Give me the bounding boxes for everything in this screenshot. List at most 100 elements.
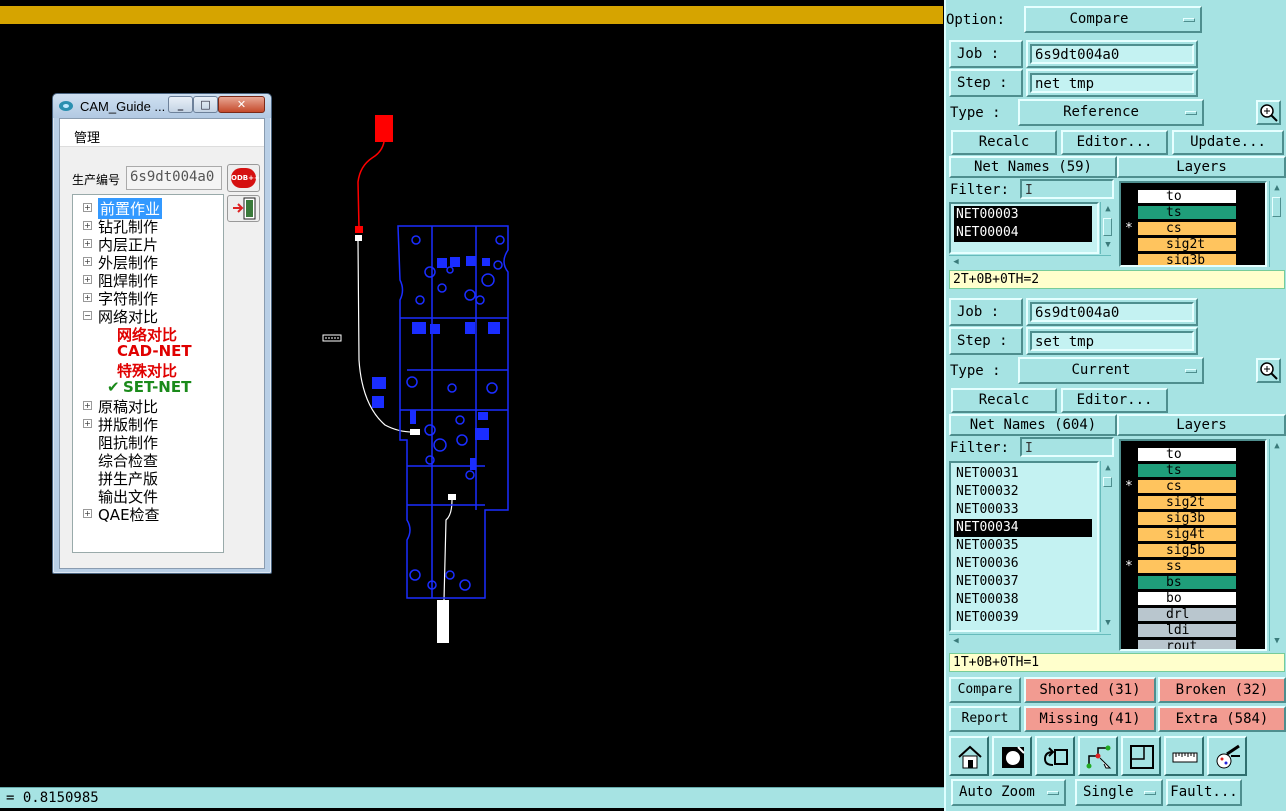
ref-net-names-header[interactable]: Net Names (59) <box>949 156 1117 178</box>
net-list-item[interactable]: NET00036 <box>954 555 1092 573</box>
tools-button[interactable] <box>1207 736 1247 776</box>
missing-button[interactable]: Missing (41) <box>1024 706 1156 732</box>
tree-expand-icon[interactable]: + <box>83 509 92 518</box>
cur-net-list[interactable]: NET00031 NET00032 NET00033 NET00034 NET00035… <box>949 461 1099 632</box>
layer-row[interactable]: sig2t <box>1121 237 1261 252</box>
scroll-thumb[interactable] <box>1103 477 1112 487</box>
tree-expand-icon[interactable]: + <box>83 257 92 266</box>
scroll-thumb[interactable] <box>1103 218 1112 236</box>
mode-dropdown[interactable]: Single <box>1075 779 1163 806</box>
net-list-item[interactable]: NET00003 <box>954 206 1092 224</box>
home-button[interactable] <box>949 736 989 776</box>
ref-zoom-button[interactable] <box>1256 100 1281 125</box>
layer-row[interactable]: ts <box>1121 463 1261 478</box>
scroll-down-icon[interactable]: ▼ <box>1271 635 1283 647</box>
layer-row[interactable]: * cs <box>1121 479 1261 494</box>
net-list-item[interactable]: NET00032 <box>954 483 1092 501</box>
ref-layer-list[interactable]: to ts * cs sig2t sig3b <box>1119 181 1267 267</box>
tree-expand-icon[interactable]: + <box>83 293 92 302</box>
cam-guide-titlebar[interactable]: CAM_Guide ... _ □ ✕ <box>53 94 271 118</box>
ref-net-list[interactable]: NET00003 NET00004 <box>949 202 1099 254</box>
layer-row[interactable]: bo <box>1121 591 1261 606</box>
layer-row[interactable]: to <box>1121 189 1261 204</box>
net-list-item[interactable]: NET00004 <box>954 224 1092 242</box>
tree-expand-icon[interactable]: + <box>83 401 92 410</box>
broken-button[interactable]: Broken (32) <box>1158 677 1286 703</box>
tree-expand-icon[interactable]: + <box>83 419 92 428</box>
ref-net-scrollbar[interactable]: ▲ ▼ <box>1100 202 1114 254</box>
cur-zoom-button[interactable] <box>1256 358 1281 383</box>
net-list-item[interactable]: NET00038 <box>954 591 1092 609</box>
net-list-item[interactable]: NET00037 <box>954 573 1092 591</box>
cur-filter-input[interactable]: I <box>1020 437 1114 457</box>
ref-net-hscrollbar[interactable]: ◀ <box>949 255 1111 269</box>
cur-net-scrollbar[interactable]: ▲ ▼ <box>1100 461 1114 632</box>
shorted-button[interactable]: Shorted (31) <box>1024 677 1156 703</box>
cur-editor-button[interactable]: Editor... <box>1061 388 1168 413</box>
cur-layer-list[interactable]: to ts * cs sig2t sig3b sig4t sig5b * ss bs bo drl ldi… <box>1119 439 1267 651</box>
layer-row[interactable]: sig5b <box>1121 543 1261 558</box>
cur-type-dropdown[interactable]: Current <box>1018 357 1204 384</box>
scroll-up-icon[interactable]: ▲ <box>1271 182 1283 194</box>
tree-expand-icon[interactable]: + <box>83 203 92 212</box>
scroll-up-icon[interactable]: ▲ <box>1271 440 1283 452</box>
cur-layer-scrollbar[interactable]: ▲ ▼ <box>1269 439 1283 651</box>
option-dropdown[interactable]: Compare <box>1024 6 1202 33</box>
ref-update-button[interactable]: Update... <box>1172 130 1284 155</box>
layer-row[interactable]: sig3b <box>1121 253 1261 265</box>
layer-row[interactable]: ts <box>1121 205 1261 220</box>
exit-button[interactable] <box>227 195 260 222</box>
cur-step-field[interactable]: set_tmp <box>1030 331 1194 351</box>
close-button[interactable]: ✕ <box>218 96 265 113</box>
layer-row[interactable]: sig2t <box>1121 495 1261 510</box>
layer-row[interactable]: * cs <box>1121 221 1261 236</box>
layer-row[interactable]: bs <box>1121 575 1261 590</box>
ref-recalc-button[interactable]: Recalc <box>951 130 1057 155</box>
maximize-button[interactable]: □ <box>193 96 218 113</box>
scroll-down-icon[interactable]: ▼ <box>1102 239 1114 251</box>
odb-import-button[interactable]: ODB++ <box>227 164 260 192</box>
net-list-item[interactable]: NET00034 <box>954 519 1092 537</box>
cur-layers-header[interactable]: Layers <box>1117 414 1286 436</box>
scroll-up-icon[interactable]: ▲ <box>1102 203 1114 215</box>
cur-job-field[interactable]: 6s9dt004a0 <box>1030 302 1194 322</box>
tree-expand-icon[interactable]: + <box>83 221 92 230</box>
ref-layer-scrollbar[interactable]: ▲ <box>1269 181 1283 267</box>
ref-filter-input[interactable]: I <box>1020 179 1114 199</box>
fault-button[interactable]: Fault... <box>1166 779 1242 806</box>
layer-row[interactable]: sig3b <box>1121 511 1261 526</box>
minimize-button[interactable]: _ <box>168 96 193 113</box>
ref-type-dropdown[interactable]: Reference <box>1018 99 1204 126</box>
cur-net-names-header[interactable]: Net Names (604) <box>949 414 1117 436</box>
net-list-item[interactable]: NET00039 <box>954 609 1092 627</box>
layer-row[interactable]: drl <box>1121 607 1261 622</box>
layer-row[interactable]: sig4t <box>1121 527 1261 542</box>
ref-editor-button[interactable]: Editor... <box>1061 130 1168 155</box>
layer-row[interactable]: * ss <box>1121 559 1261 574</box>
extra-button[interactable]: Extra (584) <box>1158 706 1286 732</box>
compare-button[interactable]: Compare <box>949 677 1021 703</box>
scroll-thumb[interactable] <box>1272 197 1281 217</box>
ref-layers-header[interactable]: Layers <box>1117 156 1286 178</box>
menu-manage[interactable]: 管理 <box>74 127 100 146</box>
scroll-left-icon[interactable]: ◀ <box>950 256 962 268</box>
scroll-up-icon[interactable]: ▲ <box>1102 462 1114 474</box>
measure-button[interactable] <box>1164 736 1204 776</box>
auto-zoom-dropdown[interactable]: Auto Zoom <box>951 779 1066 806</box>
scroll-down-icon[interactable]: ▼ <box>1102 617 1114 629</box>
cur-recalc-button[interactable]: Recalc <box>951 388 1057 413</box>
net-trace-button[interactable] <box>1078 736 1118 776</box>
window-button[interactable] <box>1121 736 1161 776</box>
layer-row[interactable]: ldi <box>1121 623 1261 638</box>
ref-step-field[interactable]: net_tmp <box>1030 73 1194 93</box>
prod-number-field[interactable]: 6s9dt004a0 <box>126 166 222 190</box>
cam-guide-window[interactable]: CAM_Guide ... _ □ ✕ 管理 生产编号 6s9dt004a0 O… <box>52 93 272 574</box>
ref-job-field[interactable]: 6s9dt004a0 <box>1030 44 1194 64</box>
report-button[interactable]: Report <box>949 706 1021 732</box>
tree-expand-icon[interactable]: + <box>83 275 92 284</box>
net-list-item[interactable]: NET00031 <box>954 465 1092 483</box>
net-list-item[interactable]: NET00035 <box>954 537 1092 555</box>
tree-collapse-icon[interactable]: − <box>83 311 92 320</box>
scroll-left-icon[interactable]: ◀ <box>950 635 962 647</box>
workflow-tree[interactable]: + 前置作业 + 钻孔制作 + 内层正片 + 外层制作 + 阻焊制作 + 字符制作 − 网络对比 网络对比 C… <box>72 194 224 553</box>
